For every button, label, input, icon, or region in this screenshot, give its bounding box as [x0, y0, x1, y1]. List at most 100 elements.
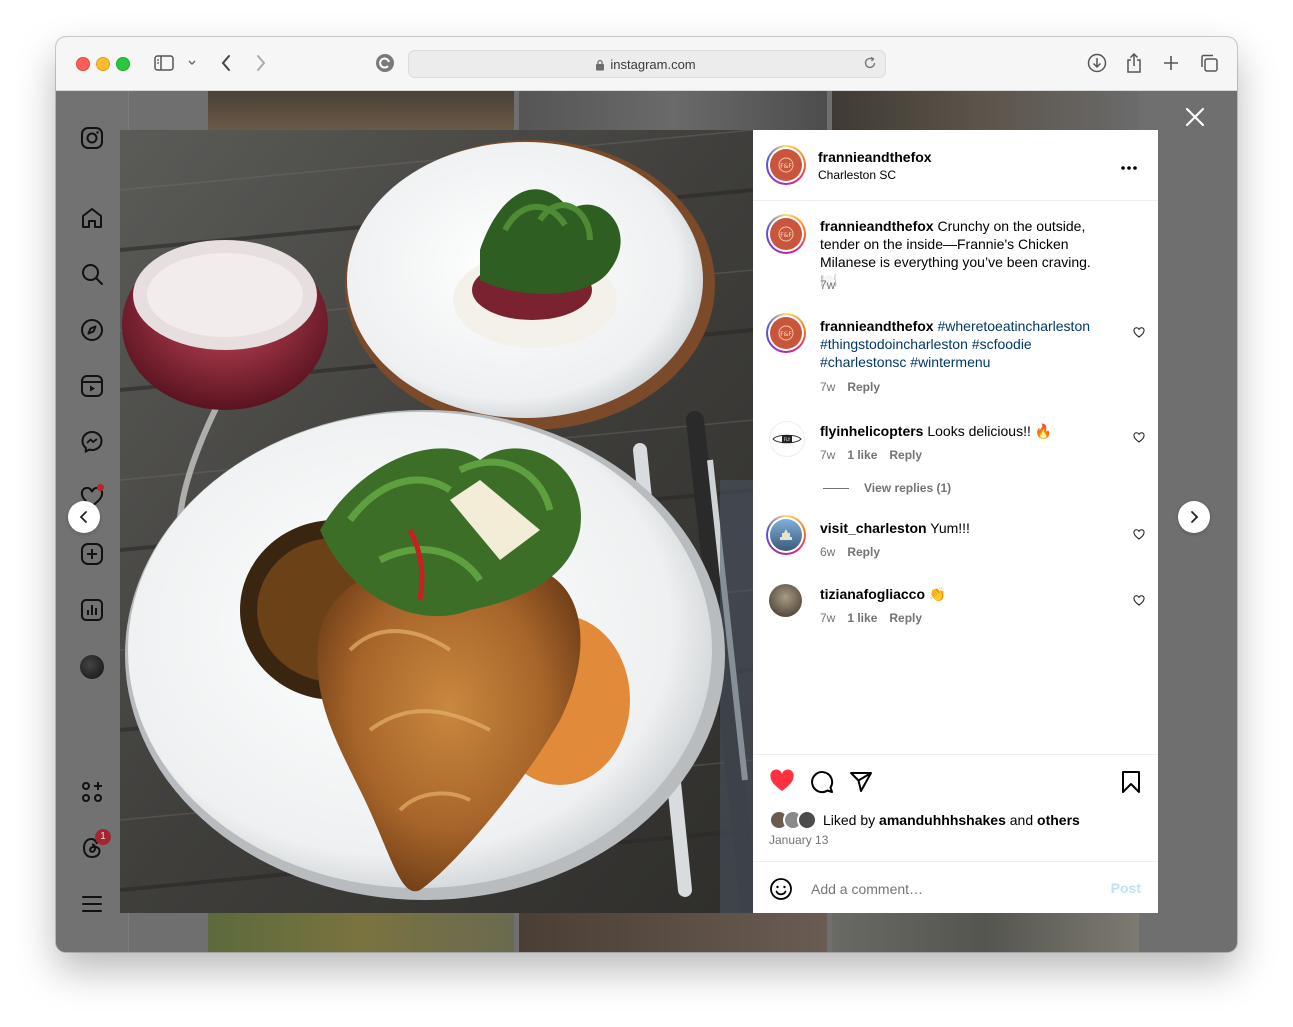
like-comment-icon[interactable]	[1133, 325, 1145, 343]
address-bar[interactable]: instagram.com	[408, 50, 886, 78]
explore-icon[interactable]	[79, 317, 105, 343]
comment-item: F&F frannieandthefox #wheretoeatincharle…	[753, 313, 1158, 394]
liked-by-and: and	[1009, 812, 1034, 828]
tab-overview-icon[interactable]	[1198, 51, 1220, 75]
comment-item: FLY flyinhelicopters Looks delicious!! 🔥…	[753, 418, 1158, 498]
comment-body: Yum!!!	[930, 520, 970, 536]
comment-time[interactable]: 6w	[820, 545, 835, 559]
post-image[interactable]	[120, 130, 753, 913]
comment-input[interactable]	[809, 876, 1093, 902]
next-post-button[interactable]	[1178, 501, 1210, 533]
forward-icon[interactable]	[253, 51, 269, 75]
save-bookmark-icon[interactable]	[1121, 770, 1141, 799]
caption-time[interactable]: 7w	[820, 278, 835, 292]
instagram-logo-icon[interactable]	[79, 125, 105, 151]
share-icon[interactable]	[1124, 51, 1144, 75]
post-caption: F&F frannieandthefox Crunchy on the outs…	[753, 214, 1158, 304]
chevron-down-icon[interactable]	[186, 51, 198, 75]
reply-button[interactable]: Reply	[889, 448, 922, 462]
post-actions: Liked by amanduhhhshakes and others Janu…	[753, 754, 1158, 914]
reply-button[interactable]: Reply	[889, 611, 922, 625]
view-replies-button[interactable]: View replies (1)	[864, 481, 951, 495]
comment-username[interactable]: flyinhelicopters	[820, 423, 923, 439]
reload-icon[interactable]	[863, 56, 877, 75]
back-icon[interactable]	[218, 51, 234, 75]
hashtag-link[interactable]: #thingstodoincharleston	[820, 336, 968, 352]
hashtag-link[interactable]: #wheretoeatincharleston	[937, 318, 1090, 334]
author-avatar[interactable]: F&F	[766, 145, 806, 185]
liked-by-user[interactable]: amanduhhhshakes	[879, 812, 1006, 828]
like-comment-icon[interactable]	[1133, 593, 1145, 611]
replies-divider	[823, 488, 849, 489]
hashtag-link[interactable]: #scfoodie	[972, 336, 1032, 352]
background-grid-photo	[208, 913, 514, 952]
commenter-avatar[interactable]	[766, 515, 806, 555]
hashtag-link[interactable]: #charlestonsc	[820, 354, 906, 370]
emoji-icon[interactable]	[769, 877, 793, 906]
chicken-milanese-photo	[120, 130, 753, 913]
home-icon[interactable]	[79, 205, 105, 231]
svg-text:FLY: FLY	[784, 437, 791, 442]
new-tab-icon[interactable]	[1161, 51, 1181, 75]
share-post-icon[interactable]	[849, 770, 873, 799]
like-comment-icon[interactable]	[1133, 527, 1145, 545]
comment-time[interactable]: 7w	[820, 611, 835, 625]
svg-text:F&F: F&F	[780, 163, 792, 170]
more-options-icon[interactable]	[1120, 158, 1138, 176]
comment-time[interactable]: 7w	[820, 380, 835, 394]
comment-icon[interactable]	[810, 770, 834, 799]
comment-username[interactable]: visit_charleston	[820, 520, 927, 536]
post-location[interactable]: Charleston SC	[818, 168, 896, 182]
commenter-avatar[interactable]	[769, 584, 802, 617]
comment-text: frannieandthefox #wheretoeatincharleston…	[820, 317, 1112, 371]
commenter-avatar[interactable]: FLY	[769, 421, 805, 457]
comment-time[interactable]: 7w	[820, 448, 835, 462]
post-date[interactable]: January 13	[769, 833, 828, 847]
reels-icon[interactable]	[79, 373, 105, 399]
profile-avatar[interactable]	[79, 654, 105, 680]
reply-button[interactable]: Reply	[847, 380, 880, 394]
threads-icon[interactable]: 1	[79, 829, 111, 861]
background-grid-photo	[519, 91, 827, 130]
caption-meta: 7w	[820, 278, 847, 292]
comment-likes[interactable]: 1 like	[847, 448, 877, 462]
search-icon[interactable]	[79, 261, 105, 287]
reply-button[interactable]: Reply	[847, 545, 880, 559]
create-icon[interactable]	[79, 541, 105, 567]
insights-icon[interactable]	[79, 597, 105, 623]
hashtag-link[interactable]: #wintermenu	[910, 354, 990, 370]
site-favicon-icon	[374, 51, 396, 75]
comment-username[interactable]: frannieandthefox	[820, 318, 934, 334]
caption-text: frannieandthefox Crunchy on the outside,…	[820, 217, 1112, 289]
menu-icon[interactable]	[79, 891, 105, 917]
like-comment-icon[interactable]	[1133, 430, 1145, 448]
sidebar-toggle-icon[interactable]	[153, 51, 175, 75]
author-username[interactable]: frannieandthefox	[818, 149, 932, 165]
caption-avatar[interactable]: F&F	[766, 214, 806, 254]
background-grid-photo	[519, 913, 827, 952]
liked-by-prefix: Liked by	[823, 812, 876, 828]
commenter-avatar[interactable]: F&F	[766, 313, 806, 353]
comment-likes[interactable]: 1 like	[847, 611, 877, 625]
comment-item: visit_charleston Yum!!! 6w Reply	[753, 515, 1158, 575]
previous-post-button[interactable]	[68, 501, 100, 533]
comment-text: flyinhelicopters Looks delicious!! 🔥	[820, 422, 1112, 440]
browser-toolbar: instagram.com	[56, 37, 1237, 91]
caption-username[interactable]: frannieandthefox	[820, 218, 934, 234]
downloads-icon[interactable]	[1086, 51, 1108, 75]
like-heart-icon[interactable]	[769, 769, 795, 798]
comment-meta: 7w 1 like Reply	[820, 611, 934, 625]
minimize-window-button[interactable]	[96, 57, 110, 71]
messenger-icon[interactable]	[79, 429, 105, 455]
liked-by-others[interactable]: others	[1037, 812, 1080, 828]
browser-window: instagram.com 1 F&F frannieandthefox Cha…	[56, 37, 1237, 952]
post-comment-button[interactable]: Post	[1111, 880, 1141, 896]
notification-badge: 1	[95, 829, 111, 845]
comment-username[interactable]: tizianafogliacco	[820, 586, 925, 602]
comment-body: 👏	[928, 586, 947, 602]
zoom-window-button[interactable]	[116, 57, 130, 71]
close-modal-icon[interactable]	[1185, 107, 1205, 127]
liked-by-avatars[interactable]	[769, 810, 825, 835]
threads-meta-icon[interactable]	[79, 779, 105, 805]
close-window-button[interactable]	[76, 57, 90, 71]
